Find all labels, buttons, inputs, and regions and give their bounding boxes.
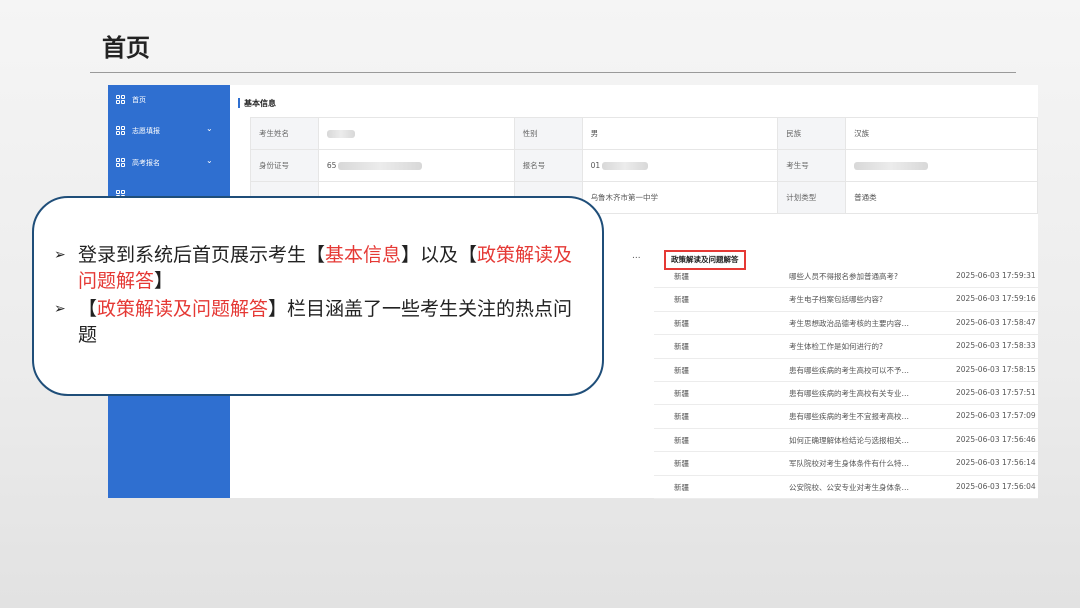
table-cell: 普通类: [845, 181, 1038, 214]
policy-time: 2025-06-03 17:59:16: [956, 294, 1036, 304]
table-cell: 65: [317, 149, 515, 182]
sidebar-item-registration[interactable]: 高考报名 ⌄: [108, 151, 230, 175]
policy-region: 新疆: [674, 318, 689, 328]
redacted-value: [602, 162, 649, 170]
text-segment: 】以及【: [401, 244, 478, 266]
policy-question: 患有哪些疾病的考生不宜报考高校…: [789, 412, 909, 422]
policy-question: 考生体检工作是如何进行的?: [789, 342, 883, 352]
policy-time: 2025-06-03 17:56:46: [956, 434, 1036, 444]
policy-region: 新疆: [674, 365, 689, 375]
table-cell: 考生姓名: [250, 117, 319, 150]
grid-icon: [116, 158, 126, 168]
policy-time: 2025-06-03 17:57:09: [956, 411, 1036, 421]
table-cell: [317, 117, 515, 150]
list-item[interactable]: 新疆 患有哪些疾病的考生不宜报考高校… 2025-06-03 17:57:09: [654, 405, 1038, 429]
arrow-bullet-icon: ➢: [54, 301, 66, 317]
list-item[interactable]: 新疆 考生电子档案包括哪些内容? 2025-06-03 17:59:16: [654, 288, 1038, 312]
policy-question: 考生电子档案包括哪些内容?: [789, 295, 883, 305]
redacted-value: [326, 130, 355, 138]
id-number-prefix: 65: [326, 161, 337, 170]
sidebar-item-volunteer[interactable]: 志愿填报 ⌄: [108, 119, 230, 143]
more-icon[interactable]: ...: [632, 251, 641, 261]
policy-region: 新疆: [674, 388, 689, 398]
policy-question: 患有哪些疾病的考生高校可以不予…: [789, 365, 909, 375]
sidebar-item-label: 高考报名: [132, 159, 160, 167]
policy-time: 2025-06-03 17:58:47: [956, 317, 1036, 327]
bullet-text: 登录到系统后首页展示考生【基本信息】以及【政策解读及问题解答】: [78, 242, 588, 294]
policy-time: 2025-06-03 17:58:33: [956, 341, 1036, 351]
policy-question: 公安院校、公安专业对考生身体条…: [789, 482, 909, 492]
policy-time: 2025-06-03 17:57:51: [956, 387, 1036, 397]
highlight-text: 基本信息: [325, 244, 402, 266]
text-segment: 【: [78, 298, 98, 320]
highlight-text: 政策解读及问题解答: [97, 298, 269, 320]
table-cell: 报名号: [513, 149, 583, 182]
policy-region: 新疆: [674, 482, 689, 492]
list-item[interactable]: 新疆 军队院校对考生身体条件有什么特… 2025-06-03 17:56:14: [654, 452, 1038, 476]
policy-time: 2025-06-03 17:59:31: [956, 271, 1036, 280]
list-item[interactable]: 新疆 患有哪些疾病的考生高校有关专业… 2025-06-03 17:57:51: [654, 382, 1038, 406]
policy-region: 新疆: [674, 272, 689, 281]
table-row: 身份证号 65 报名号 01 考生号: [250, 149, 1038, 182]
redacted-value: [338, 162, 423, 170]
table-cell: 计划类型: [777, 181, 847, 214]
grid-icon: [116, 126, 126, 136]
bullet-text: 【政策解读及问题解答】栏目涵盖了一些考生关注的热点问题: [78, 296, 588, 348]
sidebar-item-label: 首页: [132, 96, 146, 104]
table-cell: 考生号: [777, 149, 847, 182]
policy-region: 新疆: [674, 459, 689, 469]
table-cell: 汉族: [845, 117, 1038, 150]
redacted-value: [854, 162, 929, 170]
policy-question: 考生思想政治品德考核的主要内容…: [789, 318, 909, 328]
slide-title: 首页: [102, 34, 150, 62]
sidebar-item-label: 志愿填报: [132, 127, 160, 135]
policy-region: 新疆: [674, 412, 689, 422]
list-item[interactable]: 新疆 如何正确理解体检结论与选报相关… 2025-06-03 17:56:46: [654, 429, 1038, 453]
basic-info-heading: 基本信息: [238, 98, 276, 109]
grid-icon: [116, 95, 126, 105]
policy-region: 新疆: [674, 342, 689, 352]
text-segment: 】: [154, 270, 174, 292]
text-segment: 登录到系统后首页展示考生【: [78, 244, 326, 266]
sidebar-item-home[interactable]: 首页: [108, 88, 230, 112]
policy-time: 2025-06-03 17:58:15: [956, 364, 1036, 374]
policy-question: 军队院校对考生身体条件有什么特…: [789, 459, 909, 469]
table-cell: [845, 149, 1038, 182]
callout-box: ➢ 登录到系统后首页展示考生【基本信息】以及【政策解读及问题解答 】 ➢ 【政策解…: [32, 196, 604, 396]
list-item[interactable]: 新疆 患有哪些疾病的考生高校可以不予… 2025-06-03 17:58:15: [654, 359, 1038, 382]
list-item[interactable]: 新疆 考生体检工作是如何进行的? 2025-06-03 17:58:33: [654, 335, 1038, 359]
list-item[interactable]: 新疆 公安院校、公安专业对考生身体条… 2025-06-03 17:56:04: [654, 476, 1038, 499]
policy-time: 2025-06-03 17:56:14: [956, 458, 1036, 468]
chevron-down-icon: ⌄: [206, 156, 213, 165]
policy-question: 哪些人员不得报名参加普通高考?: [789, 272, 898, 281]
title-divider: [90, 72, 1016, 73]
arrow-bullet-icon: ➢: [54, 247, 66, 263]
table-cell: 民族: [777, 117, 847, 150]
policy-question: 患有哪些疾病的考生高校有关专业…: [789, 388, 909, 398]
policy-region: 新疆: [674, 435, 689, 445]
policy-question: 如何正确理解体检结论与选报相关…: [789, 435, 909, 445]
table-cell: 性别: [513, 117, 583, 150]
list-item[interactable]: 新疆 考生思想政治品德考核的主要内容… 2025-06-03 17:58:47: [654, 312, 1038, 336]
table-cell: 乌鲁木齐市第一中学: [581, 181, 779, 214]
chevron-down-icon: ⌄: [206, 124, 213, 133]
policy-time: 2025-06-03 17:56:04: [956, 481, 1036, 491]
registration-number-prefix: 01: [590, 161, 601, 170]
table-cell: 男: [581, 117, 779, 150]
policy-region: 新疆: [674, 295, 689, 305]
table-cell: 身份证号: [250, 149, 319, 182]
table-row: 考生姓名 性别 男 民族 汉族: [250, 117, 1038, 150]
list-item[interactable]: 新疆 哪些人员不得报名参加普通高考? 2025-06-03 17:59:31: [654, 265, 1038, 289]
policy-list: 新疆 哪些人员不得报名参加普通高考? 2025-06-03 17:59:31 新疆 考生…: [654, 265, 1038, 499]
table-cell: 01: [581, 149, 779, 182]
